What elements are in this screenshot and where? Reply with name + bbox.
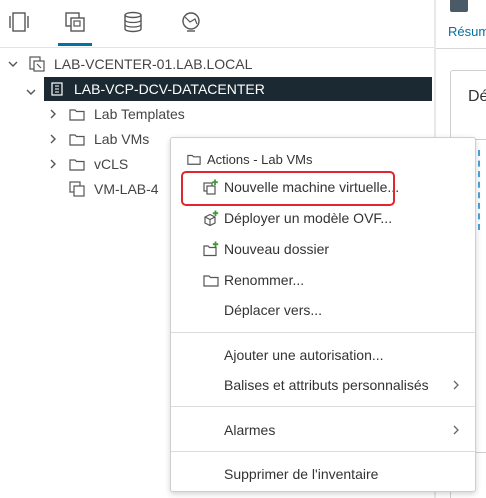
object-icon bbox=[450, 0, 468, 12]
chevron-right-icon bbox=[453, 380, 459, 390]
menu-item-label: Ajouter une autorisation... bbox=[224, 347, 384, 363]
tree-item-label: LAB-VCENTER-01.LAB.LOCAL bbox=[54, 56, 253, 72]
menu-separator bbox=[171, 406, 475, 407]
new-folder-icon bbox=[202, 240, 220, 258]
tree-item-label: Lab Templates bbox=[94, 106, 185, 122]
menu-item-label: Supprimer de l'inventaire bbox=[224, 466, 379, 482]
dashed-border bbox=[478, 150, 480, 230]
tree-item-folder[interactable]: vCLS bbox=[46, 152, 128, 176]
tree-item-label: Lab VMs bbox=[94, 131, 150, 147]
menu-separator bbox=[171, 451, 475, 452]
tree-item-folder[interactable]: Lab VMs bbox=[46, 127, 149, 151]
chevron-right-icon[interactable] bbox=[46, 132, 60, 146]
chevron-right-icon[interactable] bbox=[46, 157, 60, 171]
menu-separator bbox=[171, 332, 475, 333]
menu-item-deploy-ovf[interactable]: Déployer un modèle OVF... bbox=[171, 204, 475, 232]
menu-item-move-to[interactable]: Déplacer vers... bbox=[171, 296, 475, 324]
tab-vms-templates[interactable] bbox=[58, 10, 92, 46]
chevron-right-icon bbox=[453, 425, 459, 435]
menu-item-tags-attributes[interactable]: Balises et attributs personnalisés bbox=[171, 371, 475, 399]
deploy-ovf-icon bbox=[202, 209, 220, 227]
folder-icon bbox=[68, 105, 86, 123]
menu-item-new-folder[interactable]: Nouveau dossier bbox=[171, 235, 475, 263]
tree-item-label: VM-LAB-4 bbox=[94, 181, 159, 197]
summary-card-title: Dé bbox=[468, 88, 486, 105]
networking-icon bbox=[182, 12, 200, 32]
vm-icon bbox=[68, 180, 86, 198]
tab-summary[interactable]: Résum bbox=[448, 24, 486, 39]
menu-item-label: Déployer un modèle OVF... bbox=[224, 210, 393, 226]
menu-item-remove-from-inventory[interactable]: Supprimer de l'inventaire bbox=[171, 460, 475, 488]
folder-icon bbox=[202, 271, 220, 289]
menu-item-label: Balises et attributs personnalisés bbox=[224, 377, 429, 393]
storage-icon bbox=[124, 11, 142, 33]
tree-item-datacenter[interactable]: LAB-VCP-DCV-DATACENTER bbox=[44, 77, 432, 101]
folder-icon bbox=[68, 130, 86, 148]
chevron-down-icon[interactable] bbox=[6, 57, 20, 71]
folder-icon bbox=[187, 154, 201, 165]
tree-item-label: vCLS bbox=[94, 156, 129, 172]
tab-hosts-clusters[interactable] bbox=[2, 10, 36, 46]
menu-item-add-permission[interactable]: Ajouter une autorisation... bbox=[171, 341, 475, 369]
chevron-right-icon[interactable] bbox=[46, 107, 60, 121]
menu-item-label: Déplacer vers... bbox=[224, 302, 323, 318]
menu-item-label: Alarmes bbox=[224, 422, 276, 438]
tree-item-vm[interactable]: VM-LAB-4 bbox=[68, 177, 159, 201]
hosts-clusters-icon bbox=[9, 12, 29, 32]
tab-networking[interactable] bbox=[174, 10, 208, 46]
tab-storage[interactable] bbox=[116, 10, 150, 46]
menu-item-label: Renommer... bbox=[224, 272, 305, 288]
vcenter-icon bbox=[28, 55, 46, 73]
menu-item-rename[interactable]: Renommer... bbox=[171, 266, 475, 294]
tree-item-label: LAB-VCP-DCV-DATACENTER bbox=[74, 81, 265, 97]
chevron-down-icon[interactable] bbox=[26, 84, 36, 95]
vms-templates-icon bbox=[65, 12, 85, 32]
menu-item-label: Nouveau dossier bbox=[224, 241, 330, 257]
menu-item-alarms[interactable]: Alarmes bbox=[171, 416, 475, 444]
highlight-annotation bbox=[181, 171, 395, 206]
navigator-tabs bbox=[0, 0, 434, 48]
menu-header-label: Actions - Lab VMs bbox=[207, 151, 313, 167]
datacenter-icon bbox=[48, 80, 66, 98]
tab-bar-divider bbox=[436, 48, 486, 49]
folder-icon bbox=[68, 155, 86, 173]
tree-item-folder[interactable]: Lab Templates bbox=[46, 102, 185, 126]
menu-header: Actions - Lab VMs bbox=[187, 150, 313, 168]
tree-item-vcenter[interactable]: LAB-VCENTER-01.LAB.LOCAL bbox=[6, 52, 252, 76]
